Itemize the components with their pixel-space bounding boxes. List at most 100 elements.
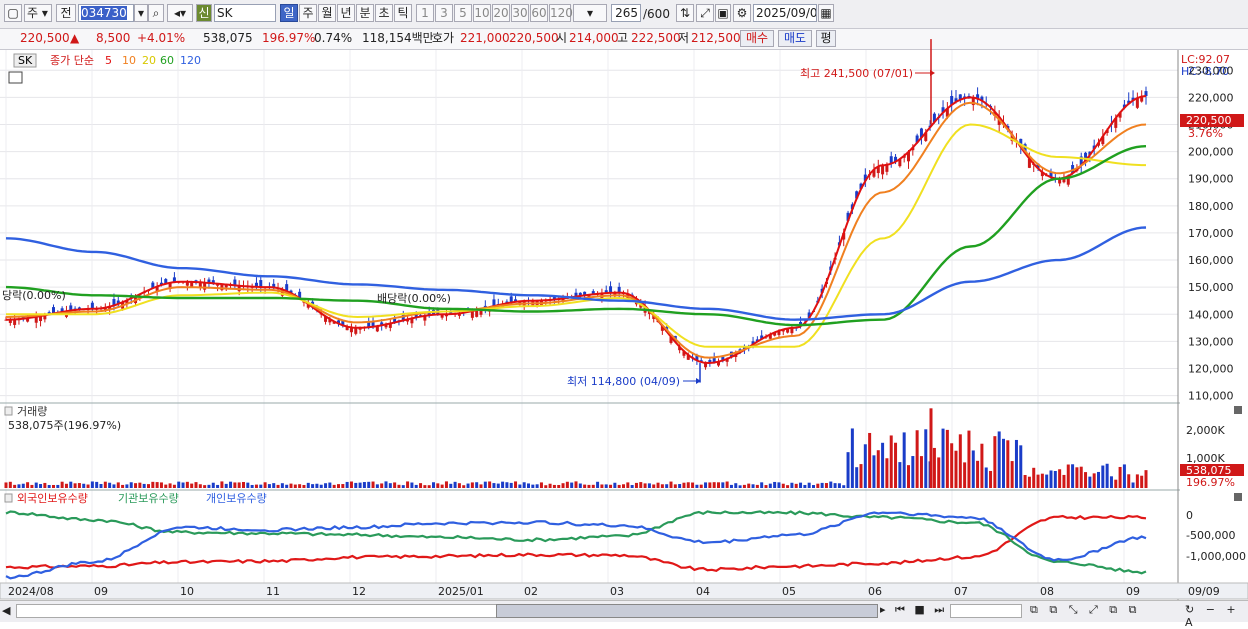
volume-bar xyxy=(384,481,388,488)
volume-bar xyxy=(881,442,885,488)
volume-bar xyxy=(889,435,893,488)
volume-bar xyxy=(1014,439,1018,488)
volume-bar xyxy=(794,483,798,488)
x-axis-tick: 05 xyxy=(782,585,796,598)
volume-bar xyxy=(777,482,781,488)
volume-bar xyxy=(47,484,51,488)
volume-bar xyxy=(915,430,919,488)
bottom-scrollbar[interactable]: ◀ ▸ ⏮ ■ ⏭ ⧉ ⧉ ⤡ ⤢ ⧉ ⧉ ↻ − + A xyxy=(0,600,1248,629)
candlesticks xyxy=(4,39,1148,383)
volume-bar xyxy=(911,456,915,488)
volume-bar xyxy=(82,483,86,488)
volume-bar xyxy=(207,484,211,488)
scroll-left-icon[interactable]: ◀ xyxy=(2,604,10,617)
volume-bar xyxy=(647,483,651,488)
volume-bar xyxy=(423,485,427,488)
scroll-thumb[interactable] xyxy=(496,604,878,618)
volume-bar xyxy=(919,456,923,488)
volume-bar xyxy=(587,484,591,488)
volume-bar xyxy=(505,482,509,488)
price-axis-tick: 220,000 xyxy=(1188,91,1234,104)
volume-bar xyxy=(397,484,401,488)
legend-foreign: 외국인보유수량 xyxy=(17,492,88,505)
volume-bar xyxy=(833,483,837,488)
price-axis-tick: 230,000 xyxy=(1188,64,1234,77)
price-axis-tick: 120,000 xyxy=(1188,362,1234,375)
volume-bar xyxy=(341,484,345,488)
volume-bar xyxy=(198,484,202,488)
volume-close-icon[interactable] xyxy=(1234,406,1242,414)
volume-bar xyxy=(561,483,565,488)
volume-bar xyxy=(233,482,237,488)
x-axis-tick: 2025/01 xyxy=(438,585,484,598)
volume-bar xyxy=(950,443,954,488)
volume-bar xyxy=(164,484,168,488)
volume-bar xyxy=(721,482,725,488)
volume-bar xyxy=(324,483,328,488)
volume-bar xyxy=(501,481,505,488)
volume-bar xyxy=(99,484,103,488)
volume-bar xyxy=(552,484,556,488)
volume-bar xyxy=(349,481,353,488)
volume-bar xyxy=(479,484,483,488)
volume-axis-2000k: 2,000K xyxy=(1186,424,1225,437)
volume-bar xyxy=(185,481,189,488)
volume-bar xyxy=(289,483,293,488)
volume-bar xyxy=(738,485,742,488)
volume-bar xyxy=(1079,466,1083,488)
dividend-marker-mid: 배당락(0.00%) xyxy=(377,292,451,305)
volume-bar xyxy=(548,483,552,488)
volume-bar xyxy=(406,481,410,488)
ma-legend-60: 60 xyxy=(160,54,174,67)
volume-bar xyxy=(73,483,77,488)
high-annotation: 최고 241,500 (07/01) xyxy=(800,67,913,80)
holding-close-icon[interactable] xyxy=(1234,493,1242,501)
volume-bar xyxy=(630,485,634,488)
volume-bar xyxy=(958,434,962,488)
playback-controls[interactable]: ▸ ⏮ ■ ⏭ xyxy=(880,603,947,617)
zoom-slider[interactable] xyxy=(950,604,1022,618)
volume-bar xyxy=(263,482,267,488)
volume-bar xyxy=(337,484,340,488)
volume-bar xyxy=(863,444,867,488)
volume-bar xyxy=(570,482,574,488)
volume-bar xyxy=(660,484,664,488)
volume-bar xyxy=(729,484,733,488)
volume-bar xyxy=(634,482,638,488)
volume-bar xyxy=(272,483,276,488)
volume-bar xyxy=(704,482,708,488)
volume-bar xyxy=(971,450,975,488)
volume-bar xyxy=(898,462,902,488)
view-tools-icons[interactable]: ⧉ ⧉ ⤡ ⤢ ⧉ ⧉ xyxy=(1030,603,1141,617)
volume-bar xyxy=(963,462,967,488)
volume-bar xyxy=(924,429,928,488)
volume-bar xyxy=(8,481,12,488)
volume-bar xyxy=(1109,476,1113,488)
volume-bar xyxy=(414,484,418,488)
volume-bar xyxy=(492,483,496,488)
volume-bar xyxy=(103,481,107,488)
volume-bar xyxy=(86,484,90,488)
volume-bar xyxy=(803,484,807,488)
volume-bar xyxy=(799,482,803,488)
volume-value-text: 538,075주(196.97%) xyxy=(8,419,121,432)
volume-bar xyxy=(768,483,772,488)
volume-bar xyxy=(17,484,21,488)
volume-bar xyxy=(488,481,492,488)
ma-line-10 xyxy=(5,101,1147,359)
zoom-buttons[interactable]: ↻ − + A xyxy=(1185,603,1248,629)
volume-bar xyxy=(401,485,405,488)
volume-bar xyxy=(1045,474,1049,488)
volume-bar xyxy=(669,481,673,488)
volume-bar xyxy=(151,481,155,488)
x-axis-tick: 12 xyxy=(352,585,366,598)
table-toggle-icon[interactable] xyxy=(8,71,23,84)
volume-bar xyxy=(682,482,686,488)
volume-bar xyxy=(907,465,910,488)
volume-bar xyxy=(129,482,133,488)
volume-bar xyxy=(457,483,461,488)
volume-bar xyxy=(332,484,336,488)
volume-bar xyxy=(708,482,712,488)
volume-bar xyxy=(1092,473,1096,488)
volume-bar xyxy=(872,455,876,488)
